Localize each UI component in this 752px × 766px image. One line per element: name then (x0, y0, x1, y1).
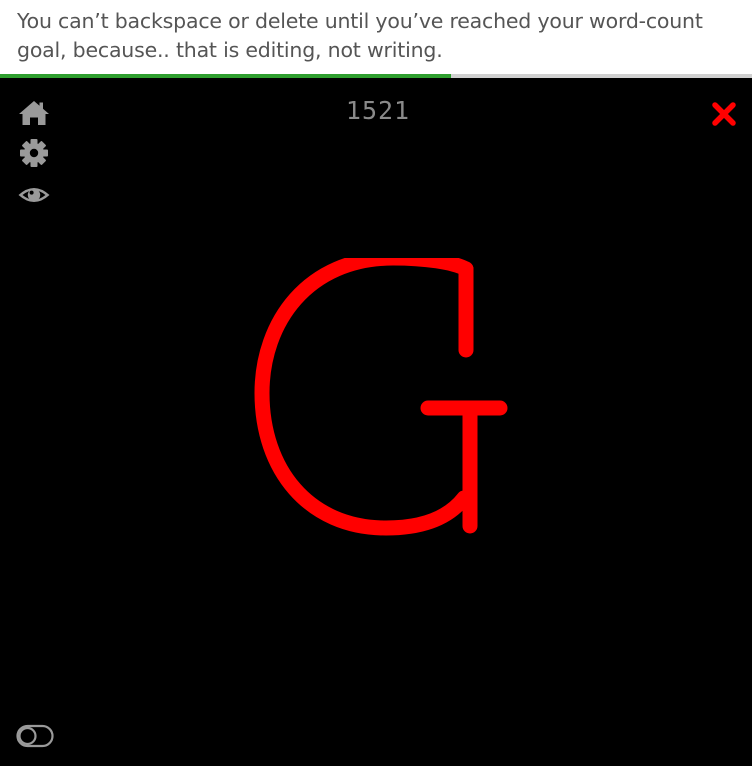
close-button[interactable] (710, 100, 738, 128)
toggle-icon (16, 724, 54, 748)
letter-glyph (254, 258, 508, 536)
gear-icon (20, 139, 48, 167)
writing-area[interactable]: 1521 (0, 78, 752, 766)
close-icon (712, 102, 736, 126)
eye-icon (18, 188, 50, 202)
preview-button[interactable] (17, 180, 51, 210)
notice-message: You can’t backspace or delete until you’… (17, 9, 703, 62)
notice-banner: You can’t backspace or delete until you’… (0, 0, 752, 74)
word-count: 1521 (345, 96, 411, 125)
current-letter-display (250, 258, 520, 548)
settings-button[interactable] (17, 138, 51, 168)
mode-toggle[interactable] (16, 724, 54, 748)
